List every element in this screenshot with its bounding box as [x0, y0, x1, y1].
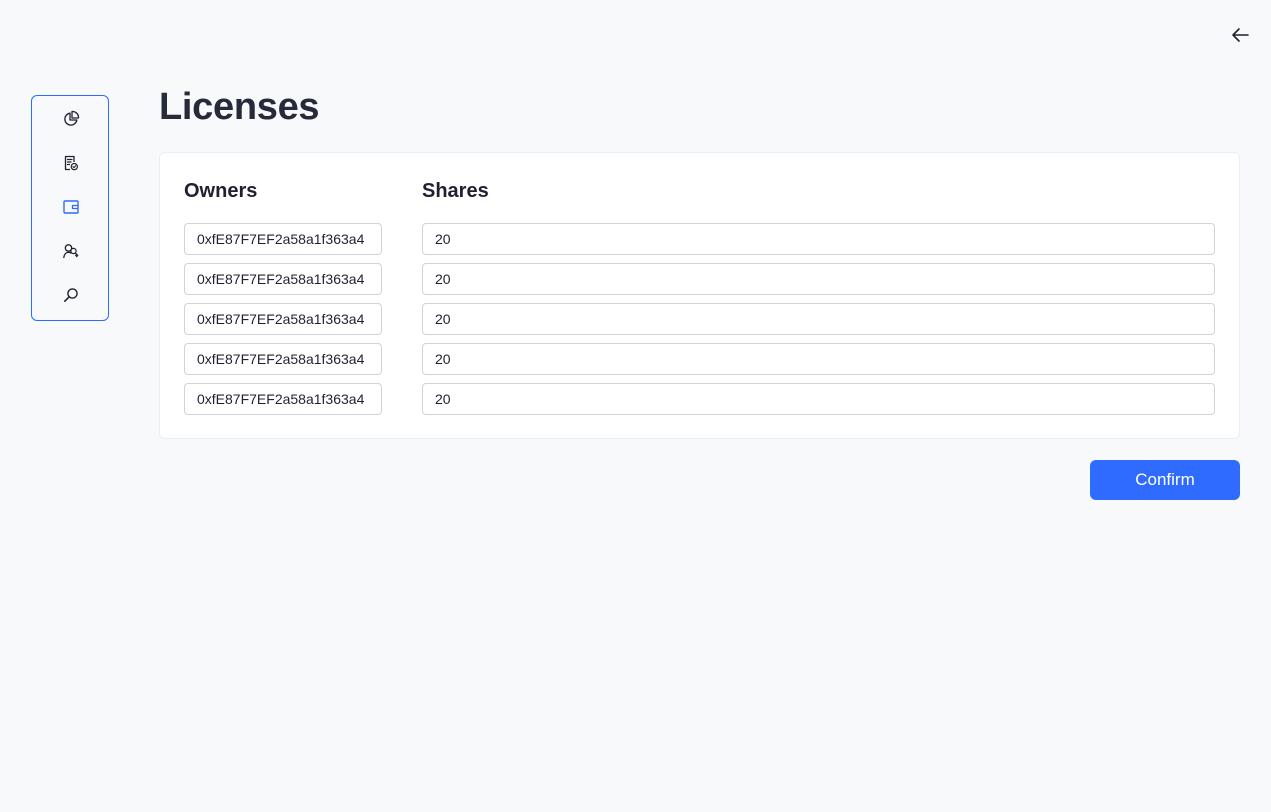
- sidebar-nav: [31, 95, 109, 321]
- arrow-left-icon: [1232, 28, 1249, 42]
- document-badge-icon: [64, 155, 79, 171]
- owner-address-input[interactable]: [184, 263, 382, 295]
- wallet-icon: [63, 200, 79, 214]
- licenses-card: Owners Shares: [159, 152, 1240, 439]
- owners-column-header: Owners: [184, 180, 258, 202]
- share-input[interactable]: [422, 383, 1215, 415]
- confirm-button[interactable]: Confirm: [1090, 460, 1240, 500]
- sidebar-item-search[interactable]: [32, 279, 110, 311]
- share-input[interactable]: [422, 263, 1215, 295]
- sidebar-item-dashboard[interactable]: [32, 103, 110, 135]
- sidebar-item-documents[interactable]: [32, 147, 110, 179]
- sidebar-item-licenses[interactable]: [32, 191, 110, 223]
- share-input[interactable]: [422, 343, 1215, 375]
- share-input[interactable]: [422, 223, 1215, 255]
- share-input[interactable]: [422, 303, 1215, 335]
- pie-chart-icon: [64, 110, 80, 126]
- owner-address-input[interactable]: [184, 223, 382, 255]
- owner-address-input[interactable]: [184, 343, 382, 375]
- sidebar-item-owners[interactable]: [32, 235, 110, 267]
- owner-address-input[interactable]: [184, 303, 382, 335]
- owner-address-input[interactable]: [184, 383, 382, 415]
- search-icon: [64, 288, 78, 302]
- users-icon: [63, 244, 79, 259]
- page-title: Licenses: [159, 86, 320, 128]
- back-button[interactable]: [1224, 21, 1256, 49]
- shares-column-header: Shares: [422, 180, 489, 202]
